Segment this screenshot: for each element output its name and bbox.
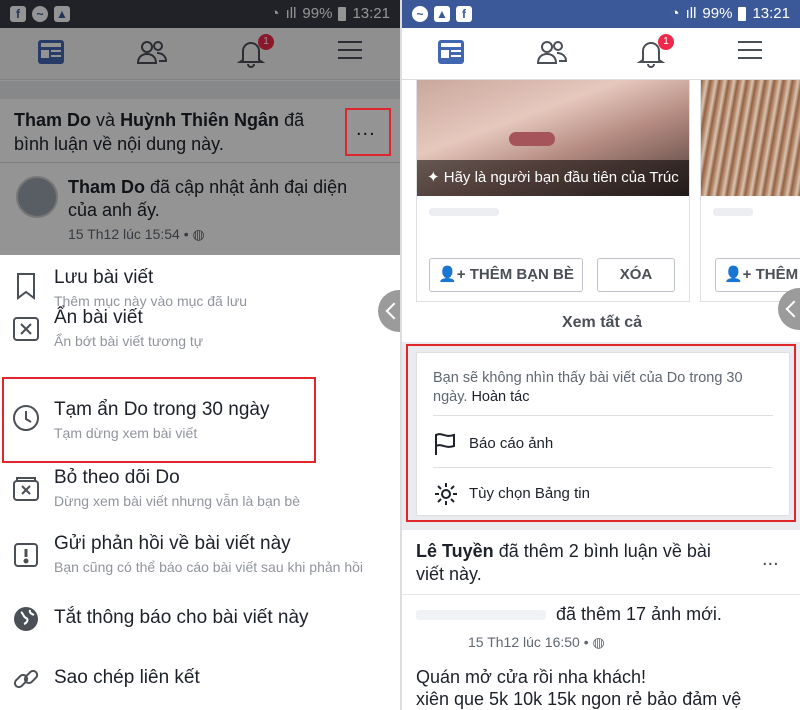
- feedback-icon: [12, 541, 40, 569]
- post-header-line1: đã thêm 2 bình luận về bài: [498, 541, 711, 561]
- post-body: Quán mở cửa rồi nha khách! xiên que 5k 1…: [416, 666, 796, 710]
- menu-title: Gửi phản hồi về bài viết này: [54, 533, 291, 554]
- post-time: 15 Th12 lúc 16:50 •: [468, 634, 589, 650]
- add-friend-icon: 👤+: [438, 266, 466, 283]
- wifi-icon: ◔: [670, 5, 680, 22]
- menu-subtitle: Ẩn bớt bài viết tương tự: [54, 333, 204, 349]
- photo-lips: [509, 132, 555, 146]
- news-feed-icon[interactable]: [436, 38, 468, 70]
- unfollow-icon: [12, 475, 40, 503]
- top-nav-bar: 1: [402, 28, 800, 80]
- globe-small-icon: ◍: [592, 634, 605, 650]
- next-post-header: Lê Tuyền đã thêm 2 bình luận về bài viết…: [416, 540, 746, 586]
- menu-item-save[interactable]: Lưu bài viết Thêm mục này vào mục đã lưu: [0, 255, 400, 315]
- add-friend-label: THÊM: [755, 266, 799, 283]
- notification-badge: 1: [658, 34, 674, 50]
- sparkle-icon: ✦: [427, 169, 440, 186]
- post-author[interactable]: Lê Tuyền: [416, 541, 494, 561]
- blurred-name: [429, 208, 499, 216]
- menu-title: Sao chép liên kết: [54, 667, 200, 688]
- caption-bar: ✦ Hãy là người bạn đầu tiên của Trúc: [417, 160, 689, 196]
- right-screen: ~ ▲ f ◔ ıll 99% 13:21 1 ✦ Hãy là người b…: [400, 0, 800, 710]
- friend-suggestion-card[interactable]: ✦ Hãy là người bạn đầu tiên của Trúc 👤+ …: [416, 80, 690, 302]
- menu-title: Tắt thông báo cho bài viết này: [54, 607, 309, 628]
- menu-title: Bỏ theo dõi Do: [54, 467, 180, 488]
- menu-item-unfollow[interactable]: Bỏ theo dõi Do Dừng xem bài viết nhưng v…: [0, 467, 400, 527]
- menu-item-hide-post[interactable]: Ẩn bài viết Ẩn bớt bài viết tương tự: [0, 307, 400, 373]
- battery-icon: [738, 6, 747, 21]
- blurred-name-2: [713, 208, 753, 216]
- globe-icon: [12, 605, 40, 633]
- suggestion-caption: Hãy là người bạn đầu tiên của Trúc: [443, 169, 679, 186]
- image-icon: ▲: [434, 6, 450, 22]
- facebook-icon: f: [456, 6, 472, 22]
- post-header-line2: viết này.: [416, 564, 482, 584]
- divider: [402, 594, 800, 595]
- post-more-button[interactable]: ...: [762, 548, 779, 571]
- bookmark-icon: [12, 271, 40, 300]
- post-options-menu: Lưu bài viết Thêm mục này vào mục đã lưu…: [0, 255, 400, 710]
- dim-overlay: [0, 0, 400, 255]
- menu-title: Lưu bài viết: [54, 267, 154, 288]
- signal-icon: ıll: [685, 5, 697, 22]
- link-icon: [12, 665, 40, 693]
- hide-x-icon: [12, 315, 40, 343]
- left-screen: f ~ ▲ ◔ ıll 99% 13:21 1 Tham Do và Huỳnh…: [0, 0, 400, 710]
- menu-item-feedback[interactable]: Gửi phản hồi về bài viết này Bạn cũng có…: [0, 533, 400, 593]
- blurred-author: [416, 610, 546, 620]
- battery-level: 99%: [702, 5, 733, 22]
- post-body-line1: Quán mở cửa rồi nha khách!: [416, 667, 646, 687]
- highlight-snooze: [2, 377, 316, 463]
- add-friend-icon: 👤+: [724, 266, 752, 283]
- shared-story-time: 15 Th12 lúc 16:50 • ◍: [468, 634, 605, 651]
- remove-button[interactable]: XÓA: [597, 258, 675, 292]
- add-friend-label: THÊM BẠN BÈ: [469, 266, 574, 283]
- profile-photo-2[interactable]: [701, 80, 800, 196]
- clock-time: 13:21: [752, 5, 790, 22]
- menu-subtitle: Dừng xem bài viết nhưng vẫn là bạn bè: [54, 493, 301, 509]
- menu-icon[interactable]: [736, 38, 768, 70]
- menu-title: Ẩn bài viết: [54, 307, 143, 328]
- highlight-hidden-card: [406, 344, 796, 522]
- menu-item-turn-off-notifications[interactable]: Tắt thông báo cho bài viết này: [0, 603, 400, 647]
- friends-icon[interactable]: [536, 38, 568, 70]
- menu-item-copy-link[interactable]: Sao chép liên kết: [0, 663, 400, 707]
- friend-suggestion-card-2[interactable]: 👤+ THÊM: [700, 80, 800, 302]
- post-body-line2: xiên que 5k 10k 15k ngon rẻ bảo đảm vệ: [416, 689, 742, 709]
- add-friend-button-2[interactable]: 👤+ THÊM: [715, 258, 800, 292]
- status-indicators: ◔ ıll 99% 13:21: [671, 5, 790, 22]
- add-friend-button[interactable]: 👤+ THÊM BẠN BÈ: [429, 258, 583, 292]
- menu-subtitle: Bạn cũng có thể báo cáo bài viết sau khi…: [54, 559, 363, 575]
- notifications-icon[interactable]: 1: [636, 34, 674, 70]
- see-all-link[interactable]: Xem tất cả: [402, 314, 800, 332]
- status-bar: ~ ▲ f ◔ ıll 99% 13:21: [402, 0, 800, 28]
- messenger-icon: ~: [412, 6, 428, 22]
- notification-icons: ~ ▲ f: [412, 6, 472, 22]
- shared-story-text: đã thêm 17 ảnh mới.: [556, 604, 722, 624]
- highlight-more-button: [345, 108, 391, 156]
